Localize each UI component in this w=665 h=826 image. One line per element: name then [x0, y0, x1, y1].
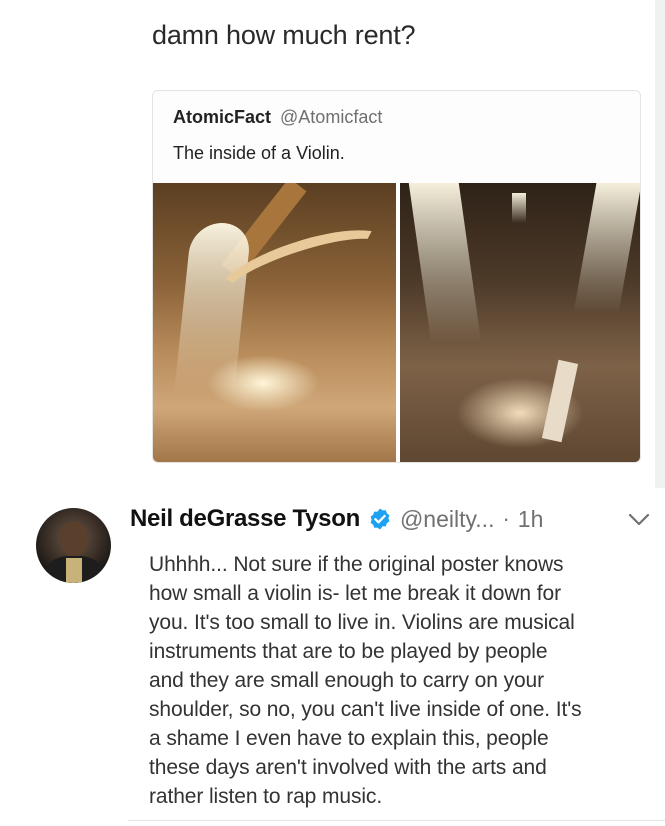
tweet-timestamp[interactable]: 1h: [518, 506, 544, 533]
quoted-tweet-text: The inside of a Violin.: [173, 143, 345, 163]
violin-interior-photo-1[interactable]: [153, 183, 396, 462]
tweet-text-line: a shame I even have to explain this, peo…: [149, 727, 549, 750]
reply-text: damn how much rent?: [152, 20, 416, 50]
quoted-author-handle[interactable]: @Atomicfact: [280, 107, 382, 127]
quoted-tweet-header: AtomicFact @Atomicfact: [173, 107, 382, 128]
verified-badge-icon: [370, 508, 390, 530]
tweet-text-line: shoulder, so no, you can't live inside o…: [149, 698, 582, 721]
light-beam: [573, 183, 640, 313]
avatar-face: [60, 522, 88, 556]
maker-label: [541, 359, 579, 443]
quoted-author-name[interactable]: AtomicFact: [173, 107, 271, 127]
author-handle[interactable]: @neilty...: [400, 506, 495, 533]
avatar[interactable]: [36, 508, 111, 583]
avatar-vest: [66, 558, 82, 583]
quoted-tweet-card[interactable]: AtomicFact @Atomicfact The inside of a V…: [152, 90, 641, 463]
tweet-text-line: you. It's too small to live in. Violins …: [149, 611, 575, 634]
panel-edge: [655, 0, 665, 488]
tweet-text: Uhhhh... Not sure if the original poster…: [149, 550, 649, 811]
light-beam: [512, 193, 526, 223]
light-beam: [408, 183, 482, 343]
tweet: Neil deGrasse Tyson @neilty... · 1h Uhhh…: [0, 488, 665, 826]
reply-tweet-screenshot: damn how much rent? AtomicFact @Atomicfa…: [0, 0, 665, 488]
quoted-tweet-media: [153, 183, 640, 462]
tweet-text-line: these days aren't involved with the arts…: [149, 756, 547, 779]
header-separator: ·: [502, 506, 510, 531]
tweet-header: Neil deGrasse Tyson @neilty... · 1h: [130, 503, 543, 535]
tweet-text-line: instruments that are to be played by peo…: [149, 640, 548, 663]
tweet-text-line: and they are small enough to carry on yo…: [149, 669, 545, 692]
tweet-text-line: Uhhhh... Not sure if the original poster…: [149, 553, 564, 576]
tweet-text-line: rather listen to rap music.: [149, 785, 383, 808]
tweet-text-line: how small a violin is- let me break it d…: [149, 582, 561, 605]
light-beam: [174, 223, 252, 393]
violin-interior-photo-2[interactable]: [400, 183, 640, 462]
divider: [128, 820, 665, 821]
author-name[interactable]: Neil deGrasse Tyson: [130, 505, 360, 533]
chevron-down-icon[interactable]: [627, 510, 651, 530]
